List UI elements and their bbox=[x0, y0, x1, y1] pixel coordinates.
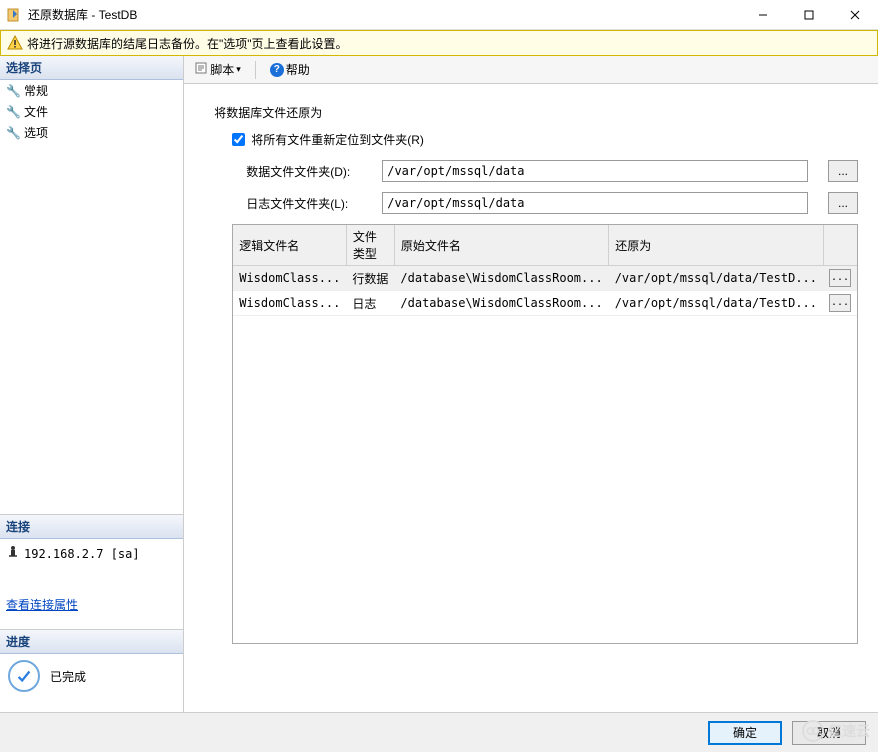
server-address: 192.168.2.7 [sa] bbox=[24, 547, 140, 561]
log-folder-browse-button[interactable]: ... bbox=[828, 192, 858, 214]
warning-icon bbox=[7, 35, 23, 51]
data-folder-label: 数据文件文件夹(D): bbox=[232, 163, 382, 180]
col-logical[interactable]: 逻辑文件名 bbox=[233, 225, 346, 266]
cell-type: 行数据 bbox=[346, 266, 394, 291]
script-icon bbox=[194, 61, 208, 78]
view-connection-properties-link[interactable]: 查看连接属性 bbox=[6, 596, 78, 613]
minimize-button[interactable] bbox=[740, 0, 786, 30]
table-row[interactable]: WisdomClass... 日志 /database\WisdomClassR… bbox=[233, 291, 857, 316]
relocate-all-label[interactable]: 将所有文件重新定位到文件夹(R) bbox=[251, 131, 424, 148]
log-folder-input[interactable] bbox=[382, 192, 808, 214]
server-icon bbox=[6, 545, 20, 562]
progress-status: 已完成 bbox=[50, 668, 86, 685]
nav-general-label: 常规 bbox=[24, 82, 48, 99]
nav-files[interactable]: 🔧 文件 bbox=[0, 101, 183, 122]
select-page-header: 选择页 bbox=[0, 56, 183, 80]
app-icon bbox=[6, 7, 22, 23]
progress-done-icon bbox=[8, 660, 40, 692]
right-toolbar: 脚本 ▾ ? 帮助 bbox=[184, 56, 878, 84]
cancel-button[interactable]: 取消 bbox=[792, 721, 866, 745]
help-button[interactable]: ? 帮助 bbox=[266, 59, 314, 80]
nav-files-label: 文件 bbox=[24, 103, 48, 120]
cell-logical: WisdomClass... bbox=[233, 266, 346, 291]
nav-general[interactable]: 🔧 常规 bbox=[0, 80, 183, 101]
page-nav: 🔧 常规 🔧 文件 🔧 选项 bbox=[0, 80, 183, 514]
chevron-down-icon: ▾ bbox=[236, 64, 241, 75]
col-action bbox=[823, 225, 857, 266]
cell-logical: WisdomClass... bbox=[233, 291, 346, 316]
connection-header: 连接 bbox=[0, 515, 183, 539]
data-folder-input[interactable] bbox=[382, 160, 808, 182]
progress-header: 进度 bbox=[0, 630, 183, 654]
nav-options[interactable]: 🔧 选项 bbox=[0, 122, 183, 143]
cell-original: /database\WisdomClassRoom... bbox=[394, 266, 608, 291]
col-restore-as[interactable]: 还原为 bbox=[609, 225, 823, 266]
window-title: 还原数据库 - TestDB bbox=[28, 6, 740, 23]
warning-bar: 将进行源数据库的结尾日志备份。在"选项"页上查看此设置。 bbox=[0, 30, 878, 56]
col-type[interactable]: 文件类型 bbox=[346, 225, 394, 266]
table-row[interactable]: WisdomClass... 行数据 /database\WisdomClass… bbox=[233, 266, 857, 291]
cell-type: 日志 bbox=[346, 291, 394, 316]
script-dropdown[interactable]: 脚本 ▾ bbox=[190, 59, 245, 80]
row-browse-button[interactable]: ... bbox=[829, 294, 851, 312]
right-panel: 脚本 ▾ ? 帮助 将数据库文件还原为 将所有文件重新定位到文件夹(R) 数据文… bbox=[184, 56, 878, 712]
ok-button[interactable]: 确定 bbox=[708, 721, 782, 745]
window-controls bbox=[740, 0, 878, 29]
progress-panel: 进度 已完成 bbox=[0, 629, 183, 712]
cell-restore-as: /var/opt/mssql/data/TestD... bbox=[609, 291, 823, 316]
data-folder-browse-button[interactable]: ... bbox=[828, 160, 858, 182]
nav-options-label: 选项 bbox=[24, 124, 48, 141]
script-label: 脚本 bbox=[210, 61, 234, 78]
dialog-footer: 确定 取消 bbox=[0, 712, 878, 752]
close-button[interactable] bbox=[832, 0, 878, 30]
connection-panel: 连接 192.168.2.7 [sa] 查看连接属性 bbox=[0, 514, 183, 629]
title-bar: 还原数据库 - TestDB bbox=[0, 0, 878, 30]
wrench-icon: 🔧 bbox=[6, 126, 20, 140]
relocate-all-checkbox[interactable] bbox=[232, 133, 245, 146]
cell-original: /database\WisdomClassRoom... bbox=[394, 291, 608, 316]
warning-text: 将进行源数据库的结尾日志备份。在"选项"页上查看此设置。 bbox=[27, 35, 348, 52]
wrench-icon: 🔧 bbox=[6, 105, 20, 119]
content-area: 将数据库文件还原为 将所有文件重新定位到文件夹(R) 数据文件文件夹(D): .… bbox=[184, 84, 878, 712]
log-folder-label: 日志文件文件夹(L): bbox=[232, 195, 382, 212]
wrench-icon: 🔧 bbox=[6, 84, 20, 98]
toolbar-separator bbox=[255, 61, 256, 79]
row-browse-button[interactable]: ... bbox=[829, 269, 851, 287]
help-icon: ? bbox=[270, 63, 284, 77]
cell-restore-as: /var/opt/mssql/data/TestD... bbox=[609, 266, 823, 291]
restore-as-title: 将数据库文件还原为 bbox=[214, 104, 858, 121]
files-table: 逻辑文件名 文件类型 原始文件名 还原为 WisdomClass... 行数据 bbox=[232, 224, 858, 644]
col-original[interactable]: 原始文件名 bbox=[394, 225, 608, 266]
help-label: 帮助 bbox=[286, 61, 310, 78]
maximize-button[interactable] bbox=[786, 0, 832, 30]
left-panel: 选择页 🔧 常规 🔧 文件 🔧 选项 连接 19 bbox=[0, 56, 184, 712]
